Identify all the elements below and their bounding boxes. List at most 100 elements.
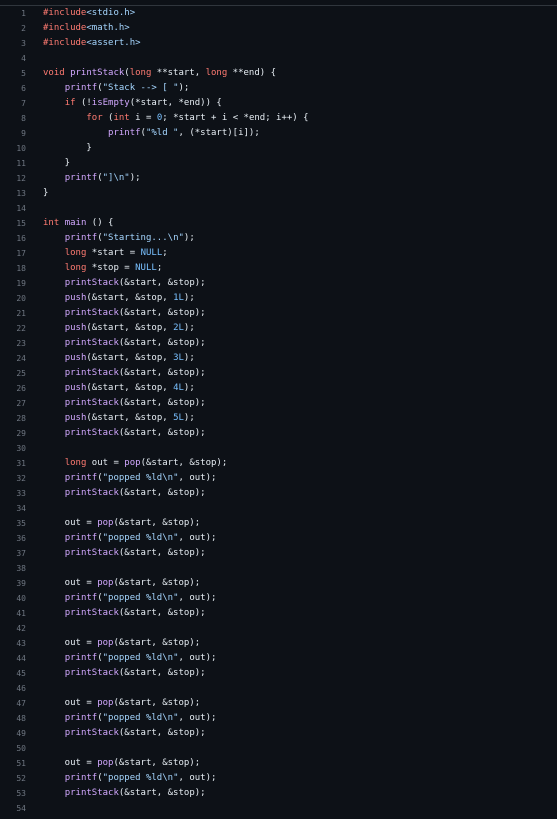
- code-line[interactable]: 45 printStack(&start, &stop);: [0, 666, 557, 681]
- code-line[interactable]: 15 int main () {: [0, 216, 557, 231]
- line-number: 12: [16, 174, 26, 183]
- line-number: 47: [16, 699, 26, 708]
- code-line[interactable]: 1 #include<stdio.h>: [0, 6, 557, 21]
- code-line[interactable]: 18 long *stop = NULL;: [0, 261, 557, 276]
- code-line[interactable]: 25 printStack(&start, &stop);: [0, 366, 557, 381]
- code-line[interactable]: 36 printf("popped %ld\n", out);: [0, 531, 557, 546]
- code-text: printf("Starting...\n");: [43, 231, 195, 246]
- code-token: (&start, &stop);: [113, 758, 201, 768]
- code-text: printf("]\n");: [43, 171, 141, 186]
- code-line[interactable]: 54: [0, 801, 557, 816]
- code-line[interactable]: 37 printStack(&start, &stop);: [0, 546, 557, 561]
- code-text: push(&start, &stop, 1L);: [43, 291, 195, 306]
- code-line[interactable]: 42: [0, 621, 557, 636]
- code-token: 2L: [173, 323, 184, 333]
- line-number: 22: [16, 324, 26, 333]
- code-line[interactable]: 9 printf("%ld ", (*start)[i]);: [0, 126, 557, 141]
- code-line[interactable]: 51 out = pop(&start, &stop);: [0, 756, 557, 771]
- code-token: out =: [43, 758, 98, 768]
- code-text: if (!isEmpty(*start, *end)) {: [43, 96, 222, 111]
- code-line[interactable]: 49 printStack(&start, &stop);: [0, 726, 557, 741]
- code-token: () {: [91, 218, 114, 228]
- code-line[interactable]: 3 #include<assert.h>: [0, 36, 557, 51]
- code-line[interactable]: 8 for (int i = 0; *start + i < *end; i++…: [0, 111, 557, 126]
- code-token: (*start, *end)) {: [129, 98, 222, 108]
- code-line[interactable]: 16 printf("Starting...\n");: [0, 231, 557, 246]
- code-line[interactable]: 52 printf("popped %ld\n", out);: [0, 771, 557, 786]
- code-line[interactable]: 17 long *start = NULL;: [0, 246, 557, 261]
- code-line[interactable]: 50: [0, 741, 557, 756]
- code-line[interactable]: 12 printf("]\n");: [0, 171, 557, 186]
- code-line[interactable]: 38: [0, 561, 557, 576]
- code-line[interactable]: 47 out = pop(&start, &stop);: [0, 696, 557, 711]
- code-line[interactable]: 19 printStack(&start, &stop);: [0, 276, 557, 291]
- line-number: 35: [16, 519, 26, 528]
- code-line[interactable]: 2 #include<math.h>: [0, 21, 557, 36]
- code-token: <assert.h>: [86, 38, 141, 48]
- code-token: (&start, &stop);: [118, 278, 206, 288]
- code-line[interactable]: 26 push(&start, &stop, 4L);: [0, 381, 557, 396]
- code-line[interactable]: 5 void printStack(long **start, long **en…: [0, 66, 557, 81]
- line-number: 28: [16, 414, 26, 423]
- code-line[interactable]: 44 printf("popped %ld\n", out);: [0, 651, 557, 666]
- code-line[interactable]: 43 out = pop(&start, &stop);: [0, 636, 557, 651]
- code-line[interactable]: 29 printStack(&start, &stop);: [0, 426, 557, 441]
- code-line[interactable]: 28 push(&start, &stop, 5L);: [0, 411, 557, 426]
- code-line[interactable]: 33 printStack(&start, &stop);: [0, 486, 557, 501]
- code-line[interactable]: 13}: [0, 186, 557, 201]
- code-token: if: [64, 98, 81, 108]
- line-number: 7: [21, 99, 26, 108]
- code-token: pop: [124, 458, 141, 468]
- code-token: ;: [156, 263, 163, 273]
- code-token: *start =: [91, 248, 141, 258]
- code-line[interactable]: 6 printf("Stack --> [ ");: [0, 81, 557, 96]
- code-line[interactable]: 41 printStack(&start, &stop);: [0, 606, 557, 621]
- code-line[interactable]: 4: [0, 51, 557, 66]
- code-token: printStack: [64, 488, 119, 498]
- code-line[interactable]: 39 out = pop(&start, &stop);: [0, 576, 557, 591]
- code-line[interactable]: 30: [0, 441, 557, 456]
- line-number: 2: [21, 24, 26, 33]
- code-text: printf("popped %ld\n", out);: [43, 711, 217, 726]
- code-line[interactable]: 24 push(&start, &stop, 3L);: [0, 351, 557, 366]
- code-token: printStack: [64, 788, 119, 798]
- code-token: "popped %ld\n": [102, 593, 179, 603]
- code-line[interactable]: 27 printStack(&start, &stop);: [0, 396, 557, 411]
- code-line[interactable]: 14: [0, 201, 557, 216]
- code-line[interactable]: 20 push(&start, &stop, 1L);: [0, 291, 557, 306]
- code-line[interactable]: 7 if (!isEmpty(*start, *end)) {: [0, 96, 557, 111]
- code-line[interactable]: 40 printf("popped %ld\n", out);: [0, 591, 557, 606]
- line-number: 38: [16, 564, 26, 573]
- code-line[interactable]: 11 }: [0, 156, 557, 171]
- line-number: 27: [16, 399, 26, 408]
- code-line[interactable]: 10 }: [0, 141, 557, 156]
- code-line[interactable]: 31 long out = pop(&start, &stop);: [0, 456, 557, 471]
- code-text: printf("Stack --> [ ");: [43, 81, 190, 96]
- code-line[interactable]: 23 printStack(&start, &stop);: [0, 336, 557, 351]
- code-token: , out);: [178, 713, 217, 723]
- code-line[interactable]: 21 printStack(&start, &stop);: [0, 306, 557, 321]
- code-text: printf("popped %ld\n", out);: [43, 591, 217, 606]
- line-number: 15: [16, 219, 26, 228]
- code-token: 1L: [173, 293, 184, 303]
- code-token: <stdio.h>: [86, 8, 136, 18]
- line-number: 11: [16, 159, 26, 168]
- code-text: out = pop(&start, &stop);: [43, 516, 200, 531]
- line-number: 39: [16, 579, 26, 588]
- code-line[interactable]: 53 printStack(&start, &stop);: [0, 786, 557, 801]
- code-text: long *stop = NULL;: [43, 261, 163, 276]
- code-line[interactable]: 22 push(&start, &stop, 2L);: [0, 321, 557, 336]
- code-token: );: [183, 353, 195, 363]
- code-line[interactable]: 34: [0, 501, 557, 516]
- line-number: 40: [16, 594, 26, 603]
- code-line[interactable]: 32 printf("popped %ld\n", out);: [0, 471, 557, 486]
- code-line[interactable]: 35 out = pop(&start, &stop);: [0, 516, 557, 531]
- code-line[interactable]: 46: [0, 681, 557, 696]
- code-text: printStack(&start, &stop);: [43, 306, 206, 321]
- code-line[interactable]: 48 printf("popped %ld\n", out);: [0, 711, 557, 726]
